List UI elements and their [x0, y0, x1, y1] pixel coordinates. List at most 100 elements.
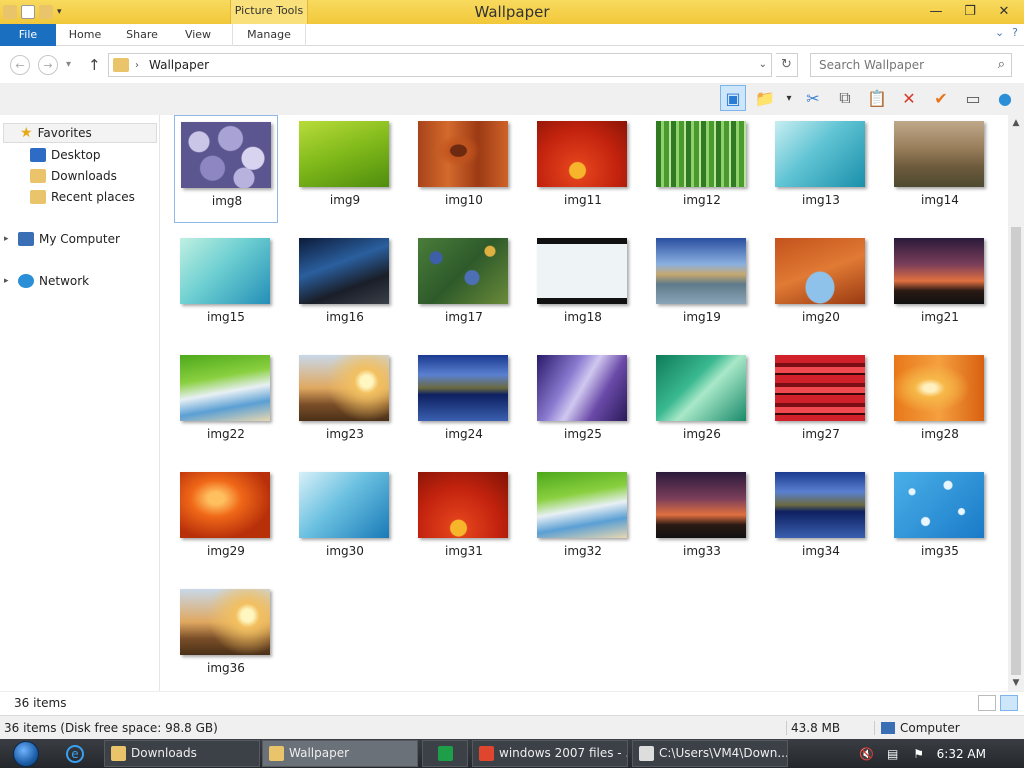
file-label: img19	[683, 310, 721, 324]
properties-icon[interactable]: ▭	[960, 85, 986, 111]
file-item[interactable]: img20	[769, 232, 873, 340]
file-item[interactable]: img25	[531, 349, 635, 457]
properties-icon[interactable]	[21, 5, 35, 19]
taskbar-button[interactable]	[422, 740, 468, 767]
breadcrumb-separator[interactable]: ›	[135, 56, 139, 76]
nav-recent-places[interactable]: Recent places	[30, 187, 135, 207]
file-item[interactable]: img33	[650, 466, 754, 574]
thumbnail-image	[775, 238, 865, 304]
vertical-scrollbar[interactable]: ▲ ▼	[1008, 115, 1024, 691]
copy-icon[interactable]: ⧉	[832, 85, 858, 111]
new-folder-icon[interactable]	[39, 5, 53, 19]
file-item[interactable]: img31	[412, 466, 516, 574]
recent-locations-button[interactable]: ▾	[66, 55, 71, 75]
globe-icon[interactable]: ●	[992, 85, 1018, 111]
action-center-icon[interactable]: ⚑	[911, 746, 927, 762]
refresh-button[interactable]: ↻	[776, 53, 798, 77]
minimize-button[interactable]: —	[924, 2, 948, 20]
file-item[interactable]: img28	[888, 349, 992, 457]
nav-desktop[interactable]: Desktop	[30, 145, 101, 165]
scroll-down-icon[interactable]: ▼	[1008, 675, 1024, 691]
expand-network-icon[interactable]: ▸	[4, 276, 9, 286]
thumbnail-image	[299, 472, 389, 538]
nav-favorites[interactable]: ★ Favorites	[3, 123, 157, 143]
maximize-button[interactable]: ❐	[958, 2, 982, 20]
paste-icon[interactable]: 📋	[864, 85, 890, 111]
delete-icon[interactable]: ✕	[896, 85, 922, 111]
nav-downloads[interactable]: Downloads	[30, 166, 117, 186]
ribbon-collapse-icon[interactable]: ⌄	[995, 26, 1004, 39]
file-item[interactable]: img10	[412, 115, 516, 223]
file-item[interactable]: img24	[412, 349, 516, 457]
file-label: img29	[207, 544, 245, 558]
file-item[interactable]: img27	[769, 349, 873, 457]
file-item[interactable]: img17	[412, 232, 516, 340]
taskbar-button[interactable]: Wallpaper	[262, 740, 418, 767]
tab-manage[interactable]: Manage	[232, 24, 306, 46]
tab-home[interactable]: Home	[58, 24, 112, 46]
taskbar-button-label: Downloads	[131, 746, 197, 760]
taskbar-button[interactable]: C:\Users\VM4\Down...	[632, 740, 788, 767]
file-item[interactable]: img13	[769, 115, 873, 223]
help-icon[interactable]: ?	[1012, 26, 1018, 39]
file-item[interactable]: img26	[650, 349, 754, 457]
tab-view[interactable]: View	[176, 24, 220, 46]
qat-dropdown-icon[interactable]: ▾	[57, 7, 62, 17]
rename-check-icon[interactable]: ✔	[928, 85, 954, 111]
back-button[interactable]: ←	[10, 55, 30, 75]
thumbnail-image	[418, 238, 508, 304]
thumbnail-image	[180, 238, 270, 304]
taskbar-button[interactable]: Downloads	[104, 740, 260, 767]
file-item[interactable]: img16	[293, 232, 397, 340]
cut-icon[interactable]: ✂	[800, 85, 826, 111]
file-item[interactable]: img21	[888, 232, 992, 340]
scrollbar-thumb[interactable]	[1011, 227, 1021, 675]
file-item[interactable]: img34	[769, 466, 873, 574]
file-item[interactable]: img12	[650, 115, 754, 223]
file-item[interactable]: img23	[293, 349, 397, 457]
file-item[interactable]: img36	[174, 583, 278, 691]
file-item[interactable]: img8	[174, 115, 278, 223]
file-item[interactable]: img29	[174, 466, 278, 574]
nav-network[interactable]: Network	[18, 271, 89, 291]
expand-computer-icon[interactable]: ▸	[4, 234, 9, 244]
file-item[interactable]: img9	[293, 115, 397, 223]
file-item[interactable]: img14	[888, 115, 992, 223]
taskbar-button-label: C:\Users\VM4\Down...	[659, 746, 788, 760]
file-item[interactable]: img22	[174, 349, 278, 457]
thumbnail-image	[537, 121, 627, 187]
details-view-button[interactable]	[978, 695, 996, 711]
dropdown-arrow-icon[interactable]: ▾	[784, 85, 794, 111]
file-item[interactable]: img35	[888, 466, 992, 574]
breadcrumb[interactable]: Wallpaper	[149, 54, 209, 76]
forward-button[interactable]: →	[38, 55, 58, 75]
folder-icon[interactable]	[3, 5, 17, 19]
file-item[interactable]: img19	[650, 232, 754, 340]
tab-file[interactable]: File	[0, 24, 56, 46]
close-button[interactable]: ✕	[992, 2, 1016, 20]
taskbar-button[interactable]: windows 2007 files - ...	[472, 740, 628, 767]
file-item[interactable]: img18	[531, 232, 635, 340]
search-icon[interactable]: ⌕	[998, 57, 1005, 72]
folder-options-icon[interactable]: 📁	[752, 85, 778, 111]
volume-muted-icon[interactable]: 🔇	[859, 746, 875, 762]
tab-share[interactable]: Share	[118, 24, 166, 46]
address-dropdown-icon[interactable]: ⌄	[759, 54, 767, 76]
search-input[interactable]	[811, 54, 981, 76]
address-bar[interactable]: › Wallpaper ⌄	[108, 53, 772, 77]
up-button[interactable]: ↑	[88, 55, 102, 75]
file-item[interactable]: img11	[531, 115, 635, 223]
preview-pane-icon[interactable]: ▣	[720, 85, 746, 111]
scroll-up-icon[interactable]: ▲	[1008, 115, 1024, 131]
internet-explorer-icon[interactable]: e	[66, 745, 84, 763]
network-status-icon[interactable]: ▤	[885, 746, 901, 762]
file-item[interactable]: img15	[174, 232, 278, 340]
start-button[interactable]	[6, 739, 46, 768]
file-item[interactable]: img30	[293, 466, 397, 574]
clock[interactable]: 6:32 AM	[937, 747, 986, 761]
file-item[interactable]: img32	[531, 466, 635, 574]
thumbnail-image	[418, 355, 508, 421]
nav-my-computer[interactable]: My Computer	[18, 229, 120, 249]
large-icons-view-button[interactable]	[1000, 695, 1018, 711]
windows-orb-icon	[13, 740, 39, 767]
